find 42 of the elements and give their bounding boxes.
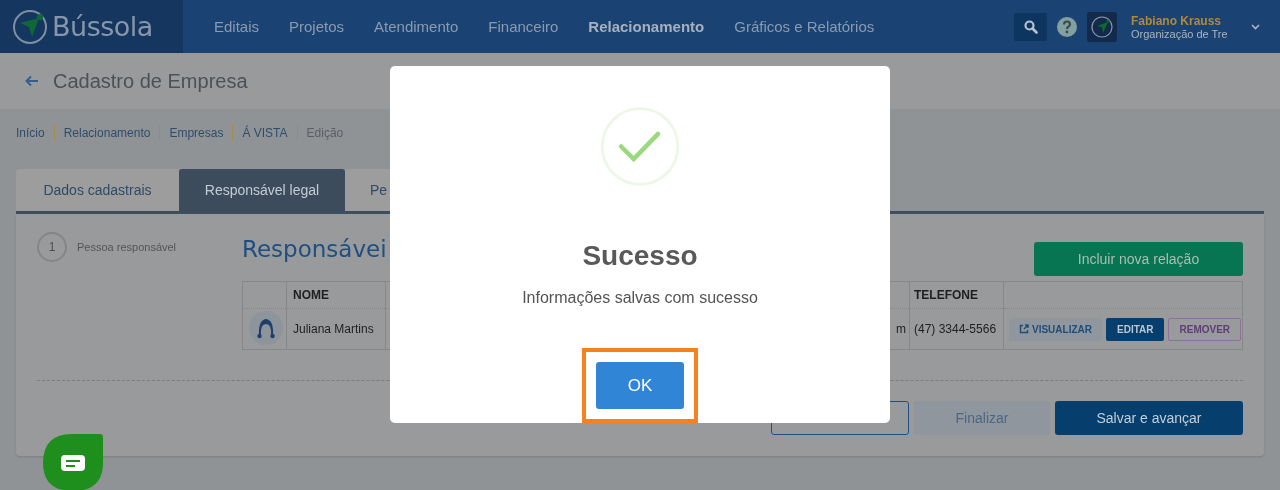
ok-button[interactable]: OK [596,362,684,409]
step-label: Pessoa responsável [77,241,177,253]
view-button[interactable]: VISUALIZAR [1009,317,1102,341]
chat-bubble-button[interactable] [42,433,104,490]
person-avatar-icon [249,310,283,345]
nav-link[interactable]: Atendimento [359,18,474,35]
add-relation-button[interactable]: Incluir nova relação [1034,242,1243,276]
tab[interactable]: Dados cadastrais [16,169,179,211]
external-link-icon [1019,324,1029,334]
breadcrumb-link[interactable]: Início [16,126,45,140]
section-heading: Responsávei [242,236,387,262]
nav-link[interactable]: Projetos [274,18,360,35]
step-number: 1 [37,232,67,262]
page-title: Cadastro de Empresa [53,69,248,93]
chevron-down-icon[interactable] [1251,23,1260,30]
breadcrumb-link[interactable]: Á VISTA [242,126,288,140]
nav-link[interactable]: Financeiro [473,18,574,35]
nav-link[interactable]: Gráficos e Relatórios [719,18,890,35]
organization-name: Organização de Tre [1131,27,1227,40]
column-header: TELEFONE [914,288,978,302]
compass-logo-icon [12,8,48,45]
back-arrow-icon[interactable] [25,75,39,87]
help-icon[interactable] [1057,16,1077,37]
breadcrumb-link[interactable]: Empresas [169,126,224,140]
dialog-message: Informações salvas com sucesso [522,289,758,307]
breadcrumb-link[interactable]: Relacionamento [63,126,151,140]
nav-link[interactable]: Relacionamento [573,18,720,35]
search-button[interactable] [1014,12,1047,41]
tab[interactable]: Responsável legal [179,169,345,211]
organization-avatar-icon[interactable] [1087,11,1117,42]
user-name[interactable]: Fabiano Krauss [1131,13,1227,28]
remove-button[interactable]: REMOVER [1168,317,1242,341]
table-cell: Juliana Martins [293,322,374,336]
search-icon [1023,19,1038,34]
table-cell: m [896,322,906,336]
column-header: NOME [293,288,329,302]
table-cell: (47) 3344-5566 [914,322,997,336]
app-logo-text: Bússola [52,11,153,42]
nav-link[interactable]: Editais [199,18,275,35]
edit-button[interactable]: EDITAR [1106,317,1165,341]
footer-button[interactable]: Salvar e avançar [1055,401,1243,435]
dialog-title: Sucesso [582,240,698,272]
